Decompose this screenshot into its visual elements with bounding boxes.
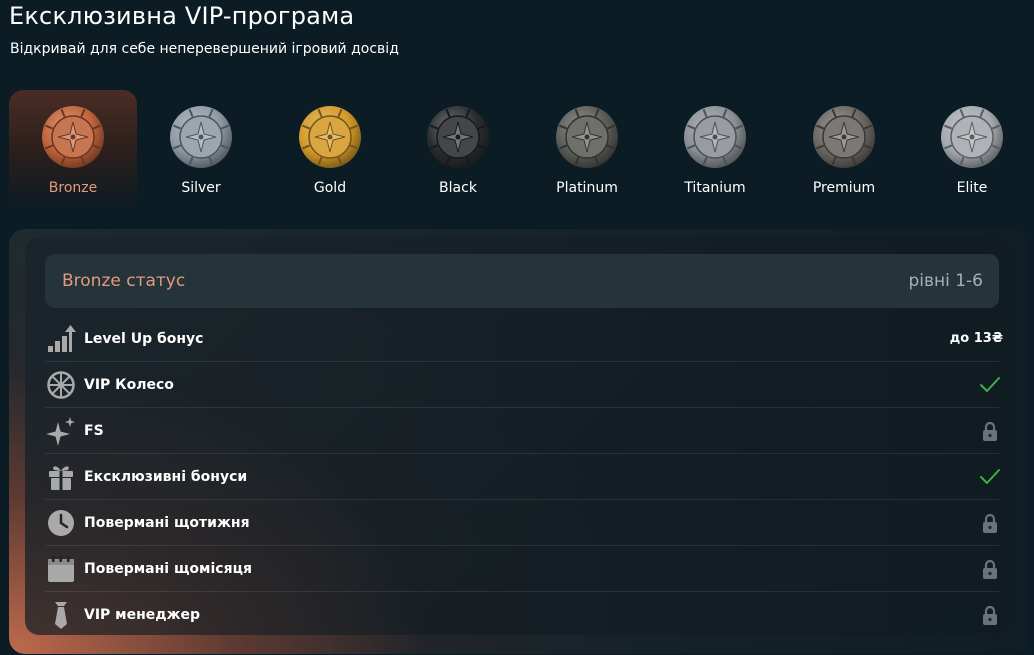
benefit-label: Повермані щотижня: [84, 514, 250, 531]
status-name: Bronze статус: [62, 271, 186, 291]
gold-coin-icon: [298, 105, 362, 169]
elite-coin-icon: [940, 105, 1004, 169]
benefit-row: Ексклюзивні бонуси: [45, 454, 1001, 500]
tier-label: Black: [439, 180, 477, 196]
tie-icon: [46, 600, 76, 630]
black-coin-icon: [426, 105, 490, 169]
tier-label: Titanium: [684, 180, 746, 196]
tier-label: Silver: [181, 180, 221, 196]
tier-tab-silver[interactable]: Silver: [137, 90, 265, 206]
page-subtitle: Відкривай для себе неперевершений ігрови…: [10, 41, 399, 57]
lock-icon: [979, 513, 1001, 533]
premium-coin-icon: [812, 105, 876, 169]
lock-icon: [979, 559, 1001, 579]
benefit-value: до 13₴: [949, 331, 1003, 346]
gift-icon: [46, 462, 76, 492]
tier-tab-platinum[interactable]: Platinum: [523, 90, 651, 206]
tier-label: Gold: [313, 180, 347, 196]
check-icon: [979, 467, 1001, 487]
tier-tab-titanium[interactable]: Titanium: [651, 90, 779, 206]
tier-label: Premium: [812, 180, 876, 196]
level-up-icon: [46, 324, 76, 354]
titanium-coin-icon: [683, 105, 747, 169]
check-icon: [979, 375, 1001, 395]
benefit-row: VIP менеджер: [45, 592, 999, 638]
tier-label: Platinum: [556, 180, 618, 196]
bronze-coin-icon: [41, 105, 105, 169]
status-levels: рівні 1-6: [908, 271, 983, 291]
tier-tab-premium[interactable]: Premium: [780, 90, 908, 206]
wheel-icon: [46, 370, 76, 400]
benefit-row: Повермані щомісяця: [45, 546, 999, 592]
platinum-coin-icon: [555, 105, 619, 169]
tier-tab-gold[interactable]: Gold: [266, 90, 394, 206]
tier-details-panel: Bronze статус рівні 1-6 Level Up бонус до…: [9, 229, 1029, 654]
benefit-label: Повермані щомісяця: [84, 560, 252, 577]
page-title: Ексклюзивна VIP-програма: [9, 2, 355, 30]
clock-icon: [46, 508, 76, 538]
benefit-label: VIP менеджер: [84, 607, 201, 623]
sparkle-icon: [46, 416, 76, 446]
silver-coin-icon: [169, 105, 233, 169]
benefit-row: Повермані щотижня: [45, 500, 999, 546]
benefits-card: Bronze статус рівні 1-6 Level Up бонус до…: [25, 237, 1011, 635]
tier-tab-elite[interactable]: Elite: [908, 90, 1034, 206]
benefit-label: Ексклюзивні бонуси: [84, 468, 248, 485]
benefit-row: VIP Колесо: [45, 362, 1001, 408]
benefit-label: VIP Колесо: [84, 376, 174, 393]
lock-icon: [979, 421, 1001, 441]
calendar-icon: [46, 554, 76, 584]
tier-tab-black[interactable]: Black: [394, 90, 522, 206]
tier-label: Bronze: [48, 180, 98, 196]
benefit-row: FS: [45, 408, 999, 454]
status-header: Bronze статус рівні 1-6: [45, 254, 999, 308]
benefits-list: Level Up бонус до 13₴ VIP Колесо FS Ексклюзи…: [45, 316, 1003, 638]
tier-label: Elite: [956, 180, 988, 196]
benefit-row: Level Up бонус до 13₴: [45, 316, 1003, 362]
benefit-label: Level Up бонус: [84, 330, 204, 347]
tier-tab-bronze[interactable]: Bronze: [9, 90, 137, 206]
benefit-label: FS: [84, 422, 104, 439]
tier-selector: Bronze Silver Gold Black Platinum Titani…: [9, 90, 1029, 206]
lock-icon: [979, 605, 1001, 625]
